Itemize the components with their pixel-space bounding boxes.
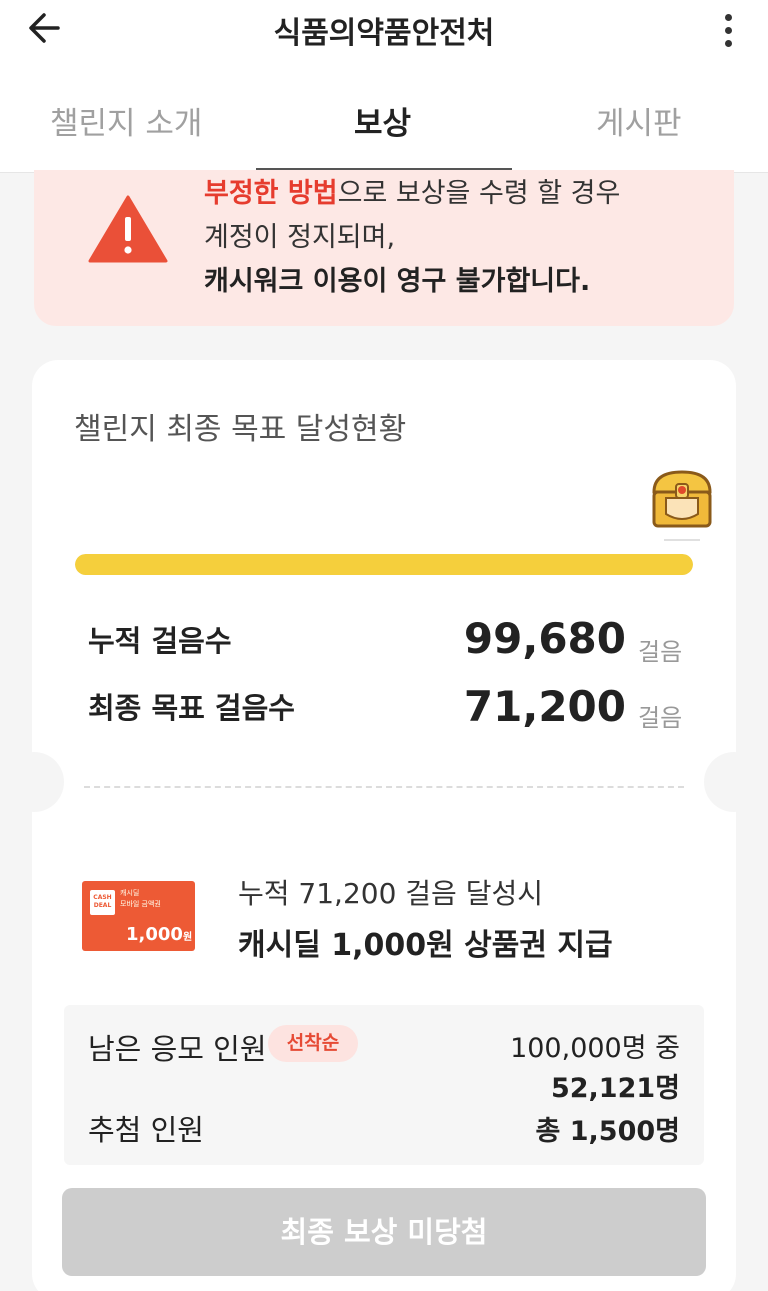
remaining-applicants-value: 52,121명	[550, 1073, 680, 1104]
warning-icon	[88, 195, 168, 263]
coupon-desc: 캐시딜 모바일 금액권	[120, 889, 161, 908]
cashdeal-logo: CASH DEAL	[90, 890, 115, 915]
treasure-chest-icon	[646, 468, 718, 530]
accum-steps-value: 99,680	[463, 614, 626, 663]
reward-condition: 누적 71,200 걸음 달성시	[238, 877, 543, 910]
accum-steps-label: 누적 걸음수	[88, 624, 232, 658]
top-app-bar: 식품의약품안전처	[0, 0, 768, 60]
tab-challenge-intro[interactable]: 챌린지 소개	[50, 98, 202, 143]
final-goal-value: 71,200	[463, 682, 626, 731]
goal-title: 챌린지 최종 목표 달성현황	[74, 412, 407, 447]
accum-steps-unit: 걸음	[638, 638, 683, 666]
winners-value: 총 1,500명	[535, 1116, 680, 1147]
final-goal-unit: 걸음	[638, 704, 683, 732]
final-goal-label: 최종 목표 걸음수	[88, 691, 295, 725]
warning-line2: 계정이 정지되며,	[204, 222, 396, 253]
cashdeal-coupon-image: CASH DEAL 캐시딜 모바일 금액권 1,000원	[82, 881, 195, 951]
reward-description: 캐시딜 1,000원 상품권 지급	[238, 928, 613, 963]
total-applicants: 100,000명 중	[510, 1033, 680, 1064]
card-notch-left	[4, 752, 64, 812]
card-divider	[84, 786, 684, 788]
tab-bar: 챌린지 소개 보상 게시판	[0, 60, 768, 173]
final-reward-result-button[interactable]: 최종 보상 미당첨	[62, 1188, 706, 1276]
tab-reward[interactable]: 보상	[354, 98, 411, 143]
page-title: 식품의약품안전처	[273, 16, 495, 51]
chest-shadow	[664, 539, 700, 541]
warning-banner: 부정한 방법으로 보상을 수령 할 경우 계정이 정지되며, 캐시워크 이용이 …	[34, 170, 734, 326]
tab-board[interactable]: 게시판	[596, 98, 682, 143]
winners-label: 추첨 인원	[88, 1113, 204, 1147]
first-come-badge: 선착순	[268, 1025, 358, 1062]
card-notch-right	[704, 752, 764, 812]
warning-line3: 캐시워크 이용이 영구 불가합니다.	[204, 266, 591, 297]
more-vert-icon[interactable]	[718, 10, 738, 50]
coupon-amount: 1,000원	[126, 924, 193, 945]
goal-progress-fill	[75, 554, 693, 575]
warning-line1: 으로 보상을 수령 할 경우	[337, 178, 621, 209]
warning-highlight: 부정한 방법	[204, 178, 338, 209]
goal-progress-bar	[75, 554, 693, 575]
warning-text: 부정한 방법으로 보상을 수령 할 경우 계정이 정지되며, 캐시워크 이용이 …	[204, 172, 620, 304]
remaining-applicants-label: 남은 응모 인원	[88, 1032, 267, 1066]
